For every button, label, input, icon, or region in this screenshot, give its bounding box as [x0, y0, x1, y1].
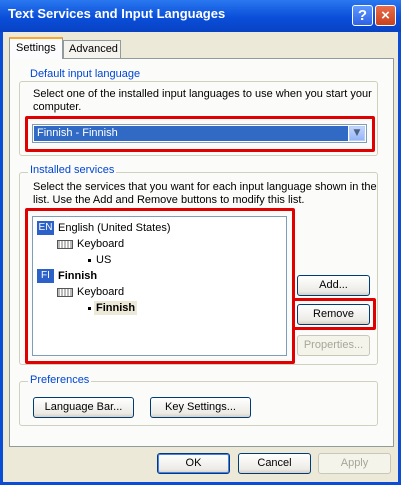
tree-layout-us[interactable]: US: [96, 253, 111, 267]
tree-language-finnish[interactable]: Finnish: [58, 269, 97, 283]
chevron-down-icon[interactable]: ▼: [349, 126, 365, 141]
keyboard-icon: [57, 288, 73, 297]
default-language-dropdown[interactable]: Finnish - Finnish ▼: [32, 124, 367, 143]
installed-services-description-line1: Select the services that you want for ea…: [33, 181, 377, 193]
window-title: Text Services and Input Languages: [8, 6, 226, 21]
properties-button[interactable]: Properties...: [297, 335, 370, 356]
ok-button[interactable]: OK: [157, 453, 230, 474]
tab-settings[interactable]: Settings: [9, 37, 63, 59]
tree-language-english[interactable]: English (United States): [58, 221, 171, 235]
key-settings-button[interactable]: Key Settings...: [150, 397, 251, 418]
dialog-window: Text Services and Input Languages ? × Se…: [0, 0, 401, 485]
bullet-icon: [88, 259, 91, 262]
bullet-icon: [88, 307, 91, 310]
tree-category-keyboard[interactable]: Keyboard: [77, 285, 124, 299]
tree-layout-finnish[interactable]: Finnish: [94, 301, 138, 315]
installed-services-list[interactable]: EN English (United States) Keyboard US F…: [32, 216, 287, 356]
apply-button[interactable]: Apply: [318, 453, 391, 474]
default-language-description-line1: Select one of the installed input langua…: [33, 88, 372, 100]
tree-category-keyboard[interactable]: Keyboard: [77, 237, 124, 251]
installed-services-legend: Installed services: [28, 164, 117, 176]
preferences-legend: Preferences: [28, 374, 92, 386]
tab-advanced[interactable]: Advanced: [63, 40, 121, 58]
language-badge-en: EN: [37, 221, 54, 235]
default-language-description-line2: computer.: [33, 101, 82, 113]
title-bar[interactable]: Text Services and Input Languages ? ×: [0, 0, 401, 32]
default-language-selected: Finnish - Finnish: [34, 126, 348, 141]
cancel-button[interactable]: Cancel: [238, 453, 311, 474]
language-bar-button[interactable]: Language Bar...: [33, 397, 134, 418]
keyboard-icon: [57, 240, 73, 249]
default-language-legend: Default input language: [28, 68, 143, 80]
remove-button[interactable]: Remove: [297, 304, 370, 325]
add-button[interactable]: Add...: [297, 275, 370, 296]
language-badge-fi: FI: [37, 269, 54, 283]
help-button[interactable]: ?: [352, 5, 373, 26]
installed-services-description-line2: list. Use the Add and Remove buttons to …: [33, 194, 305, 206]
close-button[interactable]: ×: [375, 5, 396, 26]
